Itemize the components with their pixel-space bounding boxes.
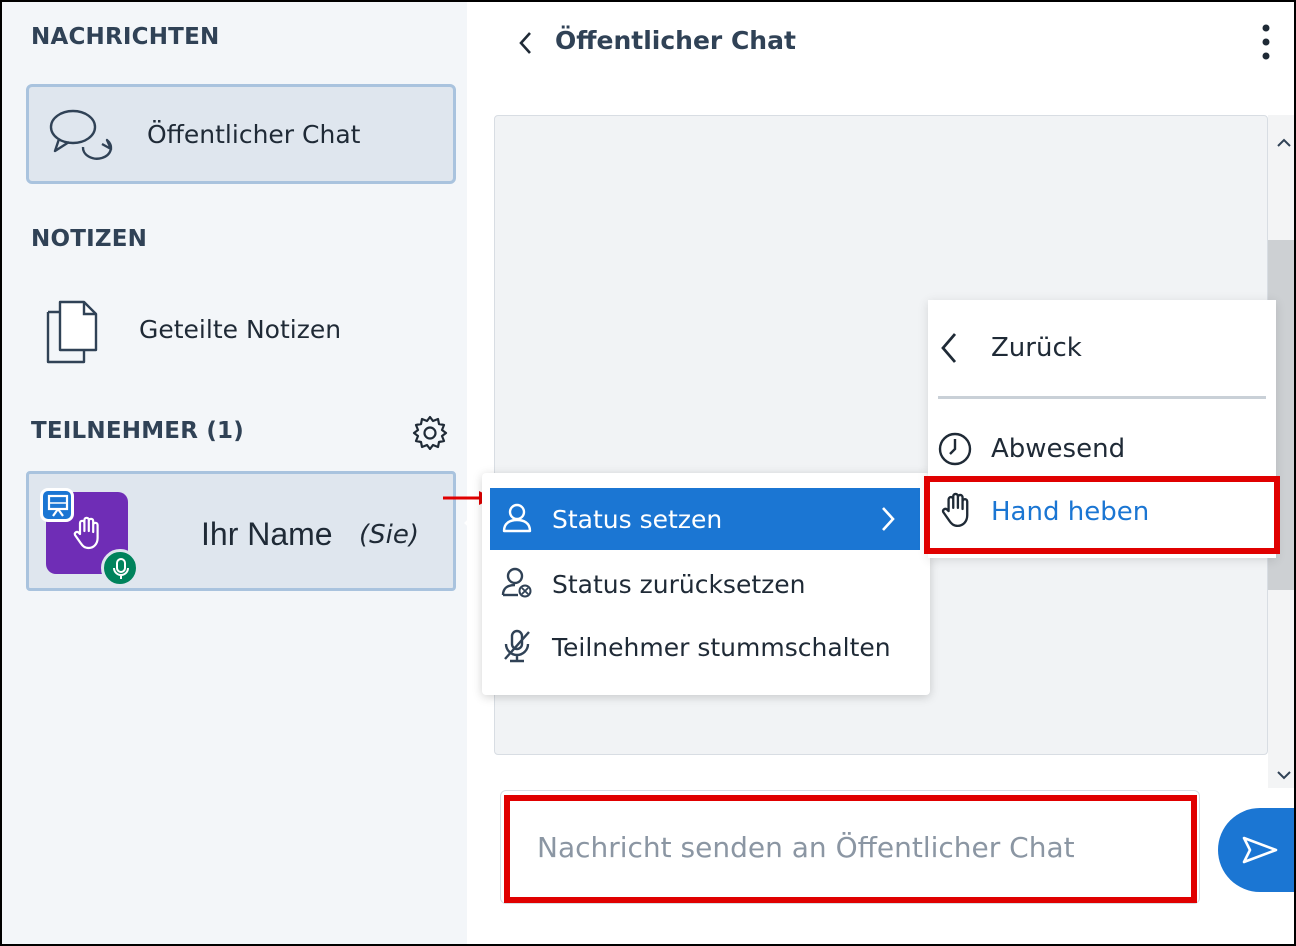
participant-you-tag: (Sie): [359, 520, 420, 550]
menu-item-label: Teilnehmer stummschalten: [552, 633, 891, 662]
presenter-badge: [40, 488, 74, 522]
participants-section-title: TEILNEHMER (1): [31, 418, 244, 444]
participant-name: Ihr Name: [201, 516, 333, 552]
submenu-back-button[interactable]: Zurück: [991, 333, 1082, 363]
chevron-down-icon[interactable]: [1276, 765, 1292, 784]
shared-notes-label: Geteilte Notizen: [139, 315, 342, 344]
sidebar-item-public-chat[interactable]: Öffentlicher Chat: [26, 84, 456, 184]
chat-bubbles-icon: [47, 103, 117, 173]
chevron-left-icon[interactable]: [937, 330, 961, 370]
messages-section-title: NACHRICHTEN: [31, 24, 220, 50]
menu-item-set-status[interactable]: Status setzen: [490, 488, 920, 550]
chevron-up-icon[interactable]: [1276, 133, 1292, 152]
user-clear-icon: [500, 566, 534, 604]
raised-hand-icon: [72, 516, 102, 554]
raised-hand-icon: [940, 492, 972, 532]
documents-icon: [44, 298, 100, 370]
send-button[interactable]: [1218, 808, 1294, 892]
menu-item-clear-status[interactable]: Status zurücksetzen: [490, 553, 920, 615]
mic-muted-icon: [500, 629, 534, 667]
status-raise-hand-option[interactable]: Hand heben: [991, 497, 1149, 527]
presentation-icon: [47, 494, 69, 517]
menu-item-mute-participant[interactable]: Teilnehmer stummschalten: [490, 616, 920, 678]
gear-icon[interactable]: [412, 414, 448, 454]
chevron-left-icon[interactable]: [515, 30, 537, 60]
public-chat-label: Öffentlicher Chat: [147, 120, 361, 149]
microphone-icon: [113, 558, 129, 579]
context-menu-pointer: [464, 506, 482, 540]
clock-icon: [937, 431, 973, 471]
submenu-divider: [938, 396, 1266, 399]
mic-status-badge: [101, 549, 139, 587]
user-icon: [500, 501, 534, 539]
participant-row[interactable]: Ihr Name (Sie): [26, 471, 456, 591]
more-options-icon[interactable]: [1256, 22, 1276, 70]
send-icon: [1242, 836, 1278, 864]
chat-panel-title: Öffentlicher Chat: [555, 26, 796, 55]
chat-input-placeholder: Nachricht senden an Öffentlicher Chat: [537, 831, 1075, 864]
status-away-option[interactable]: Abwesend: [991, 434, 1125, 464]
menu-item-label: Status setzen: [552, 505, 723, 534]
sidebar: NACHRICHTEN Öffentlicher Chat NOTIZEN Ge…: [0, 0, 493, 946]
sidebar-item-shared-notes[interactable]: Geteilte Notizen: [26, 290, 456, 374]
chevron-right-icon: [878, 505, 898, 537]
notes-section-title: NOTIZEN: [31, 226, 148, 252]
menu-item-label: Status zurücksetzen: [552, 570, 806, 599]
